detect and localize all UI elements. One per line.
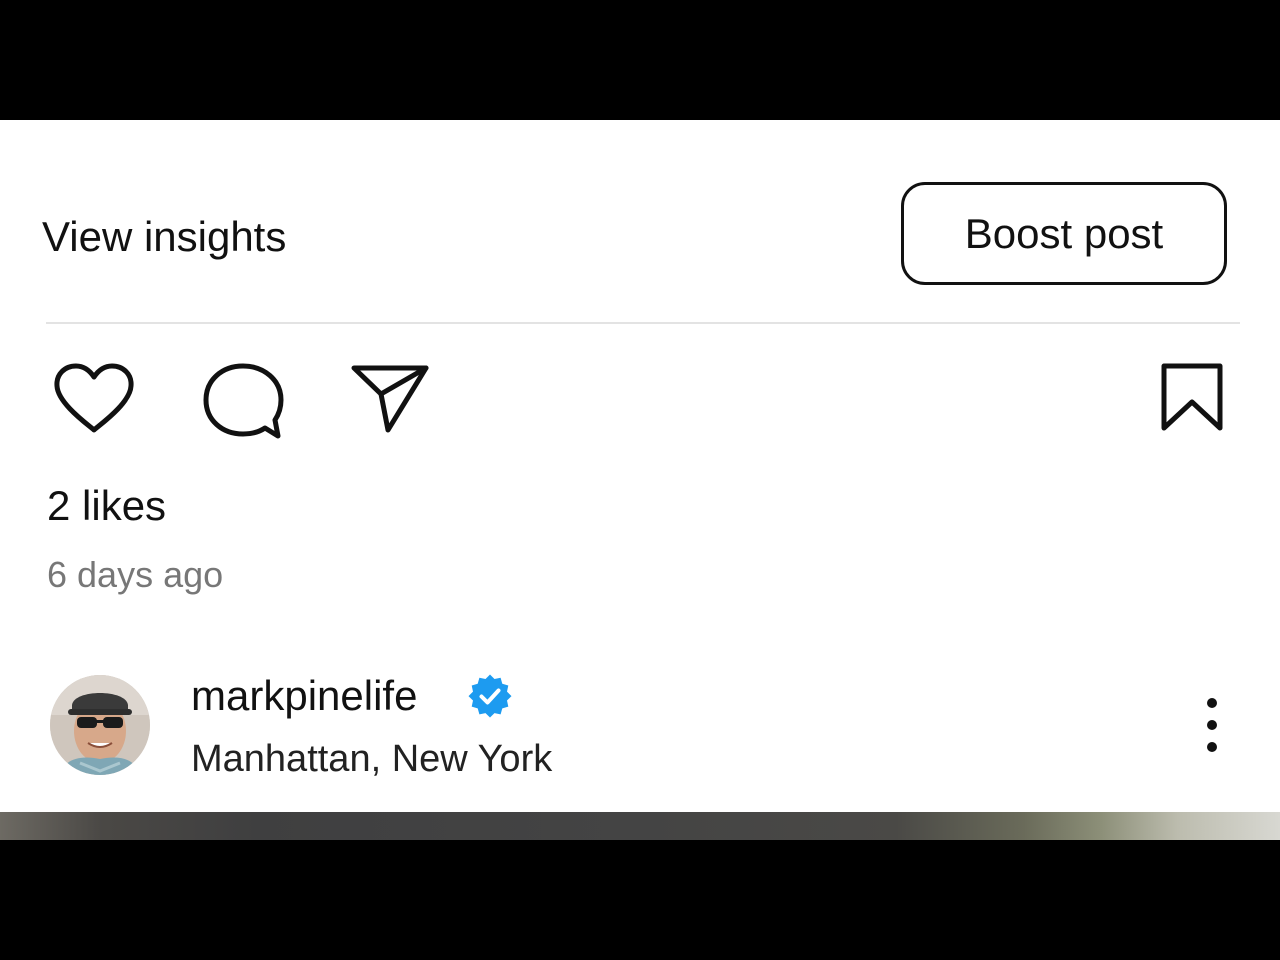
post-panel: View insights Boost post 2 likes 6 days … bbox=[0, 120, 1280, 840]
divider bbox=[46, 322, 1240, 324]
insights-row: View insights Boost post bbox=[0, 120, 1280, 322]
comment-button[interactable] bbox=[202, 362, 284, 440]
save-button[interactable] bbox=[1160, 362, 1224, 434]
heart-icon bbox=[54, 363, 134, 433]
paper-plane-icon bbox=[351, 365, 429, 433]
post-image-top-edge bbox=[0, 812, 1280, 840]
screen-frame: View insights Boost post 2 likes 6 days … bbox=[0, 0, 1280, 960]
avatar[interactable] bbox=[50, 675, 150, 775]
more-vertical-icon bbox=[1207, 698, 1217, 752]
like-button[interactable] bbox=[52, 362, 136, 436]
post-location[interactable]: Manhattan, New York bbox=[191, 737, 552, 781]
comment-bubble-icon bbox=[203, 363, 284, 439]
post-timestamp: 6 days ago bbox=[47, 554, 224, 595]
view-insights-link[interactable]: View insights bbox=[42, 212, 286, 262]
bookmark-icon bbox=[1161, 363, 1223, 431]
likes-count[interactable]: 2 likes bbox=[47, 482, 166, 530]
share-button[interactable] bbox=[350, 364, 430, 436]
author-username[interactable]: markpinelife bbox=[191, 672, 417, 720]
profile-photo bbox=[50, 675, 150, 775]
more-options-button[interactable] bbox=[1194, 695, 1230, 755]
verified-badge-icon bbox=[468, 674, 512, 718]
boost-post-button[interactable]: Boost post bbox=[901, 182, 1227, 285]
